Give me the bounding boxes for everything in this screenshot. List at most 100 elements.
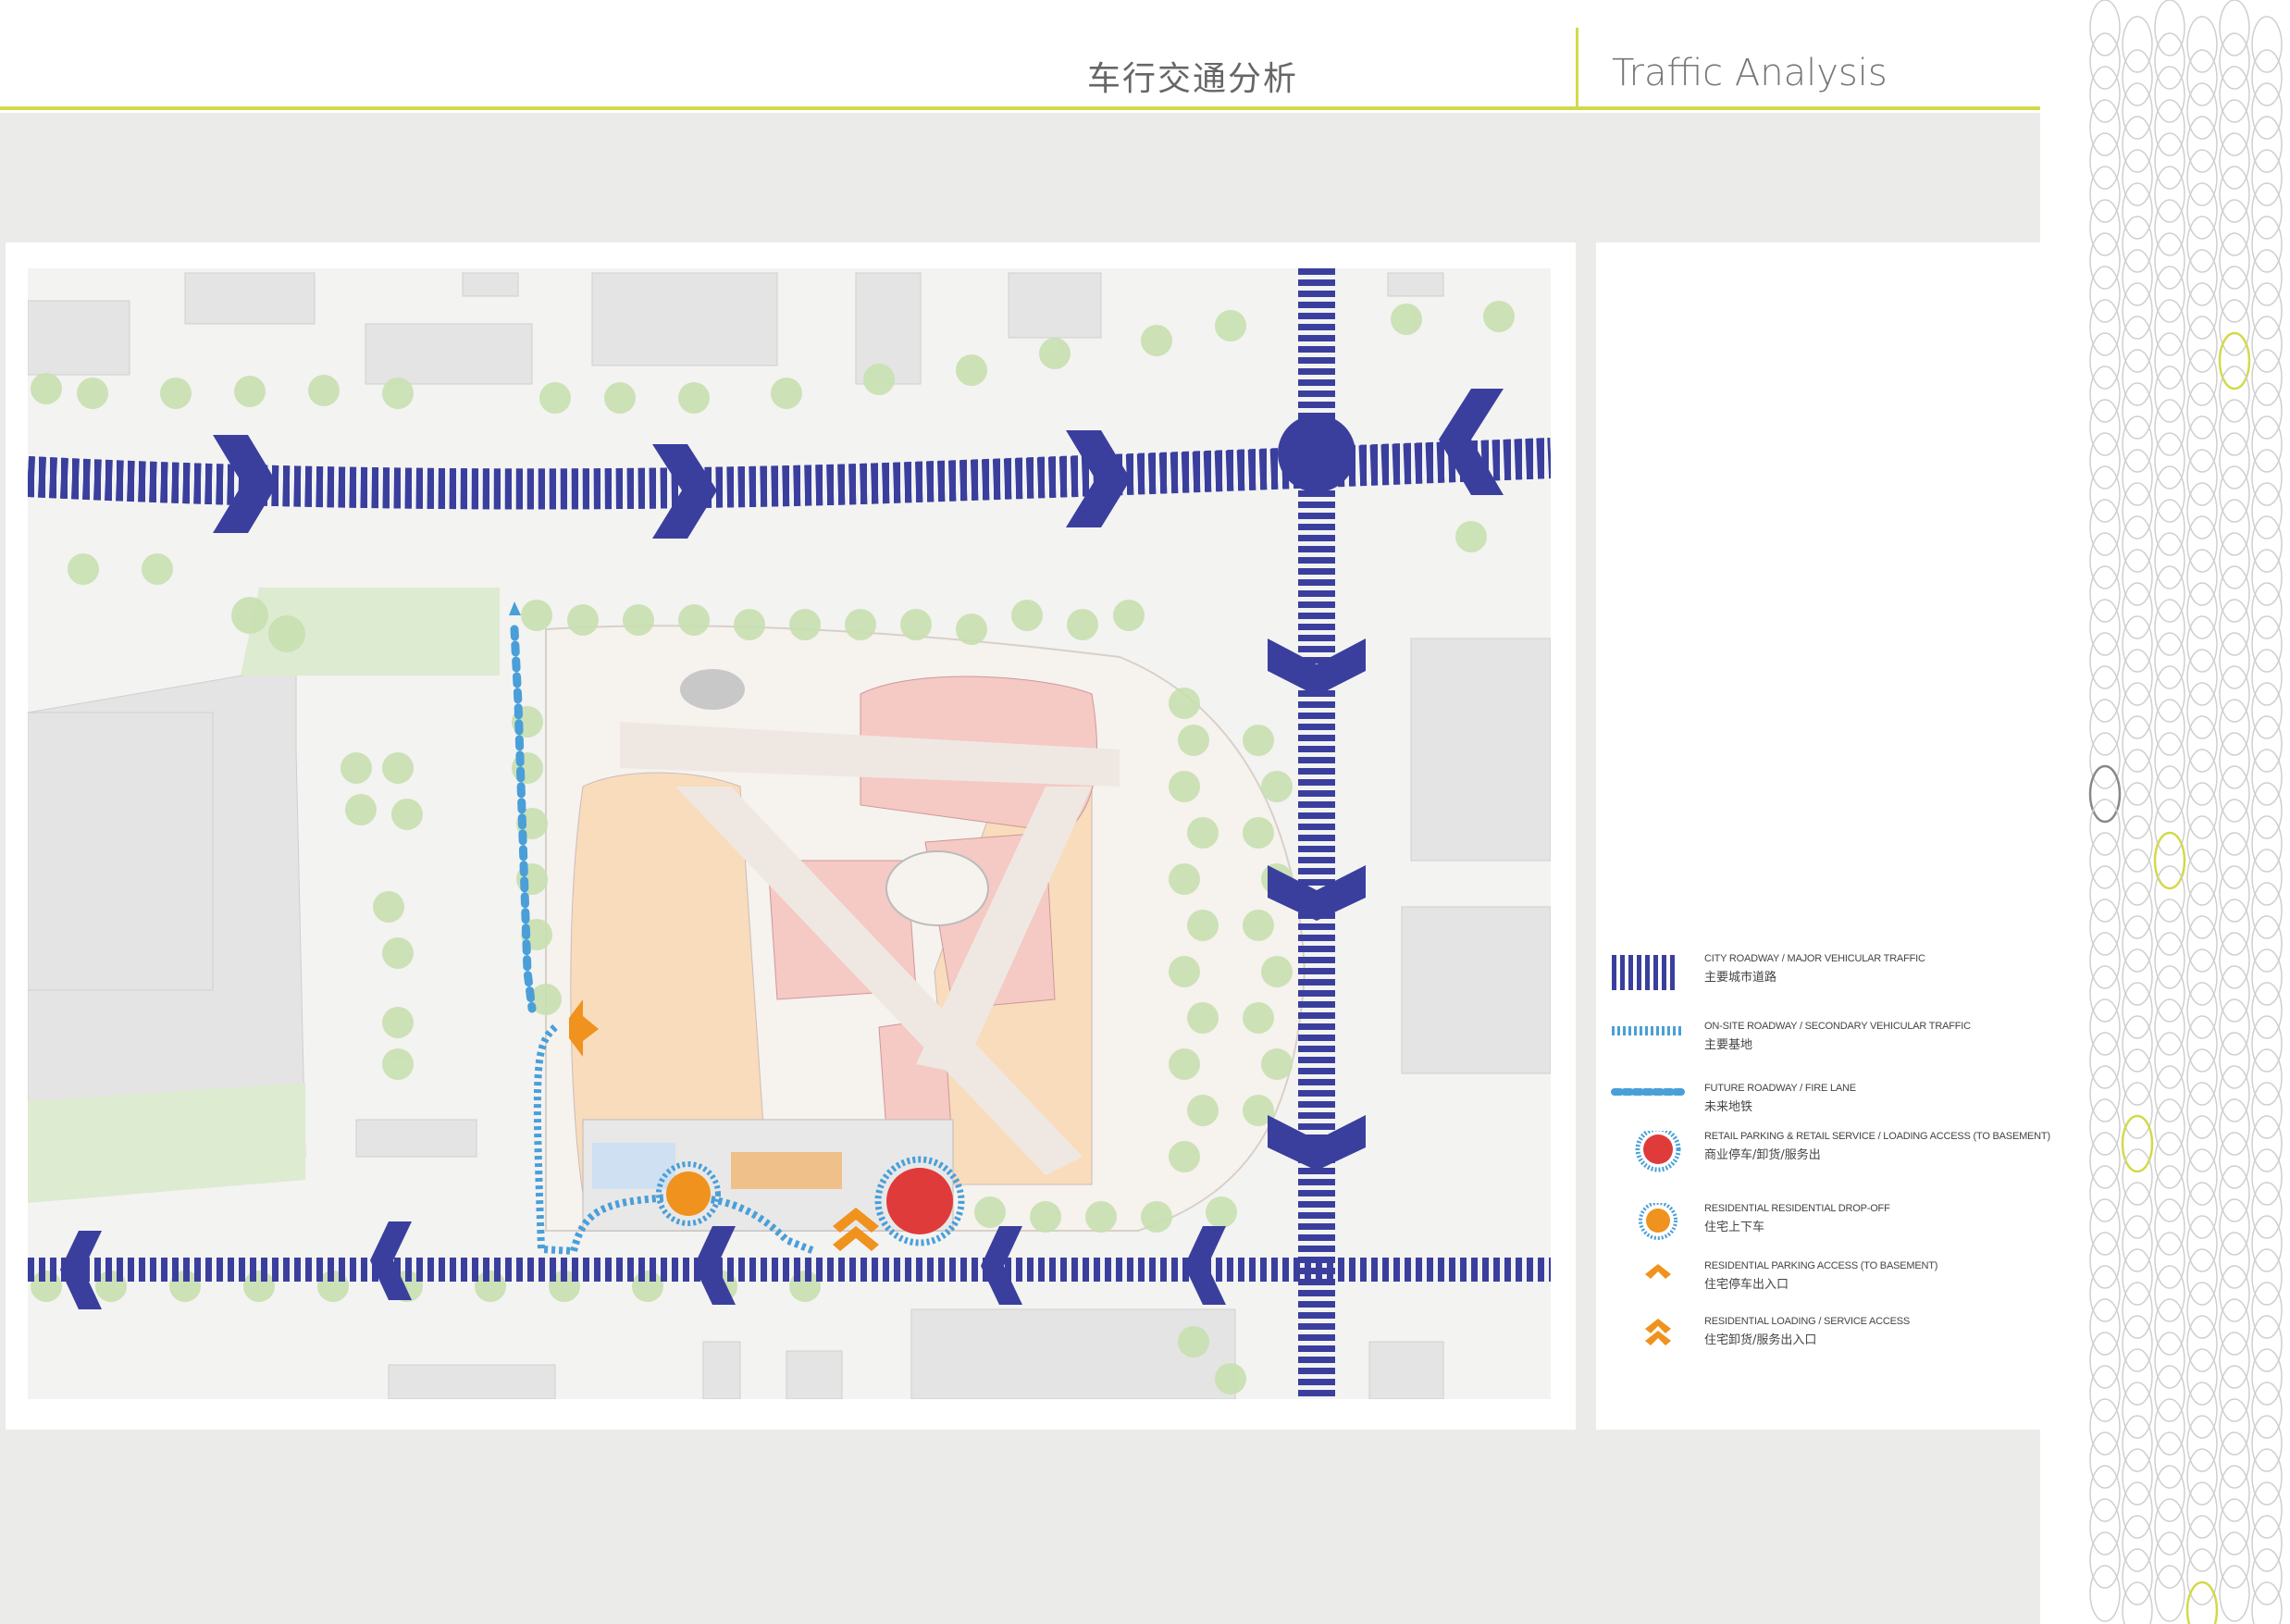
decorative-ellipse bbox=[2089, 0, 2121, 56]
decorative-ellipse bbox=[2089, 865, 2121, 923]
frame-divider bbox=[1576, 242, 1596, 1430]
bottom-grey-band bbox=[0, 1430, 2040, 1624]
legend-label-cn: 主要城市道路 bbox=[1704, 971, 1777, 985]
decorative-ellipse bbox=[2089, 299, 2121, 356]
decorative-ellipse bbox=[2154, 865, 2185, 923]
decorative-ellipse bbox=[2219, 599, 2250, 656]
decorative-ellipse bbox=[2218, 331, 2251, 391]
decorative-ellipse bbox=[2089, 166, 2121, 223]
decorative-ellipse bbox=[2186, 549, 2218, 606]
decorative-ellipse bbox=[2154, 1065, 2185, 1122]
decorative-ellipse bbox=[2251, 1182, 2283, 1239]
decorative-ellipse bbox=[2122, 682, 2153, 739]
decorative-ellipse bbox=[2122, 948, 2153, 1006]
decorative-ellipse bbox=[2251, 649, 2283, 706]
decorative-ellipse bbox=[2219, 132, 2250, 190]
decorative-ellipse bbox=[2251, 1548, 2283, 1605]
decorative-ellipse bbox=[2219, 998, 2250, 1056]
legend-label-cn: 住宅上下车 bbox=[1704, 1221, 1765, 1234]
decorative-ellipse bbox=[2122, 1248, 2153, 1306]
decorative-ellipse bbox=[2154, 399, 2185, 456]
decorative-ellipse bbox=[2089, 465, 2121, 523]
decorative-ellipse bbox=[2089, 399, 2121, 456]
decorative-ellipse bbox=[2219, 765, 2250, 823]
decorative-ellipse bbox=[2122, 1481, 2153, 1539]
legend-label-cn: 住宅卸货/服务出入口 bbox=[1704, 1333, 1817, 1347]
decorative-ellipse bbox=[2122, 382, 2153, 440]
decorative-ellipse bbox=[2251, 449, 2283, 506]
decorative-ellipse bbox=[2219, 665, 2250, 723]
legend-label-cn: 住宅停车出入口 bbox=[1704, 1278, 1789, 1292]
decorative-ellipse bbox=[2122, 549, 2153, 606]
decorative-ellipse bbox=[2186, 1182, 2218, 1239]
residential-dropoff-icon bbox=[1639, 1203, 1677, 1240]
decorative-ellipse bbox=[2251, 815, 2283, 873]
decorative-ellipse bbox=[2186, 482, 2218, 539]
decorative-ellipse bbox=[2251, 216, 2283, 273]
decorative-ellipse bbox=[2219, 266, 2250, 323]
decorative-ellipse bbox=[2154, 1132, 2185, 1189]
decorative-ellipse bbox=[2251, 615, 2283, 673]
residential-parking-icon bbox=[1645, 1264, 1671, 1279]
decorative-ellipse bbox=[2122, 1182, 2153, 1239]
decorative-ellipse bbox=[2154, 1265, 2185, 1322]
legend-label-en: RESIDENTIAL PARKING ACCESS (TO BASEMENT) bbox=[1704, 1260, 1938, 1271]
decorative-ellipse bbox=[2251, 49, 2283, 106]
decorative-ellipse bbox=[2154, 1531, 2185, 1589]
decorative-ellipse bbox=[2089, 66, 2121, 123]
decorative-ellipse bbox=[2219, 1432, 2250, 1489]
decorative-ellipse bbox=[2122, 915, 2153, 973]
decorative-ellipse bbox=[2186, 1481, 2218, 1539]
decorative-ellipse bbox=[2089, 1098, 2121, 1156]
decorative-ellipse bbox=[2186, 749, 2218, 806]
decorative-ellipse bbox=[2186, 982, 2218, 1039]
decorative-ellipse bbox=[2219, 532, 2250, 589]
decorative-ellipse bbox=[2089, 532, 2121, 589]
decorative-ellipse bbox=[2089, 199, 2121, 256]
decorative-ellipse bbox=[2186, 316, 2218, 373]
decorative-ellipse bbox=[2251, 782, 2283, 839]
decorative-ellipse bbox=[2122, 982, 2153, 1039]
decorative-ellipse bbox=[2089, 732, 2121, 789]
decorative-ellipse bbox=[2154, 66, 2185, 123]
decorative-ellipse bbox=[2122, 1282, 2153, 1339]
decorative-ellipse bbox=[2251, 1082, 2283, 1139]
decorative-ellipse bbox=[2154, 132, 2185, 190]
retail-parking-icon bbox=[1635, 1131, 1681, 1172]
decorative-ellipse bbox=[2089, 1531, 2121, 1589]
decorative-ellipse bbox=[2089, 699, 2121, 756]
decorative-ellipse bbox=[2089, 232, 2121, 290]
decorative-ellipse bbox=[2186, 116, 2218, 173]
decorative-ellipse bbox=[2122, 1548, 2153, 1605]
decorative-ellipse bbox=[2154, 199, 2185, 256]
decorative-ellipse bbox=[2251, 715, 2283, 773]
decorative-ellipse bbox=[2186, 1015, 2218, 1072]
decorative-ellipse bbox=[2089, 432, 2121, 490]
decorative-ellipse bbox=[2089, 998, 2121, 1056]
decorative-ellipse bbox=[2186, 382, 2218, 440]
decorative-ellipse bbox=[2122, 715, 2153, 773]
decorative-ellipse bbox=[2122, 749, 2153, 806]
legend-label-cn: 未来地铁 bbox=[1704, 1100, 1753, 1114]
decorative-ellipse bbox=[2154, 965, 2185, 1023]
page-title-english: Traffic Analysis bbox=[1612, 52, 1888, 94]
decorative-ellipse bbox=[2186, 849, 2218, 906]
decorative-ellipse bbox=[2154, 599, 2185, 656]
decorative-ellipse bbox=[2154, 1365, 2185, 1422]
decorative-ellipse bbox=[2154, 532, 2185, 589]
decorative-ellipse bbox=[2153, 831, 2186, 890]
decorative-ellipse bbox=[2089, 32, 2121, 90]
residential-core bbox=[731, 1152, 842, 1189]
decorative-ellipse bbox=[2186, 249, 2218, 306]
decorative-ellipse bbox=[2154, 1398, 2185, 1456]
decorative-ellipse bbox=[2089, 332, 2121, 390]
decorative-ellipse bbox=[2186, 682, 2218, 739]
title-divider bbox=[1576, 28, 1578, 106]
decorative-ellipse bbox=[2186, 415, 2218, 473]
decorative-ellipse bbox=[2186, 915, 2218, 973]
decorative-ellipse bbox=[2154, 1098, 2185, 1156]
decorative-ellipse bbox=[2186, 1348, 2218, 1406]
decorative-ellipse bbox=[2251, 1015, 2283, 1072]
decorative-ellipse bbox=[2122, 216, 2153, 273]
decorative-ellipse bbox=[2089, 1232, 2121, 1289]
